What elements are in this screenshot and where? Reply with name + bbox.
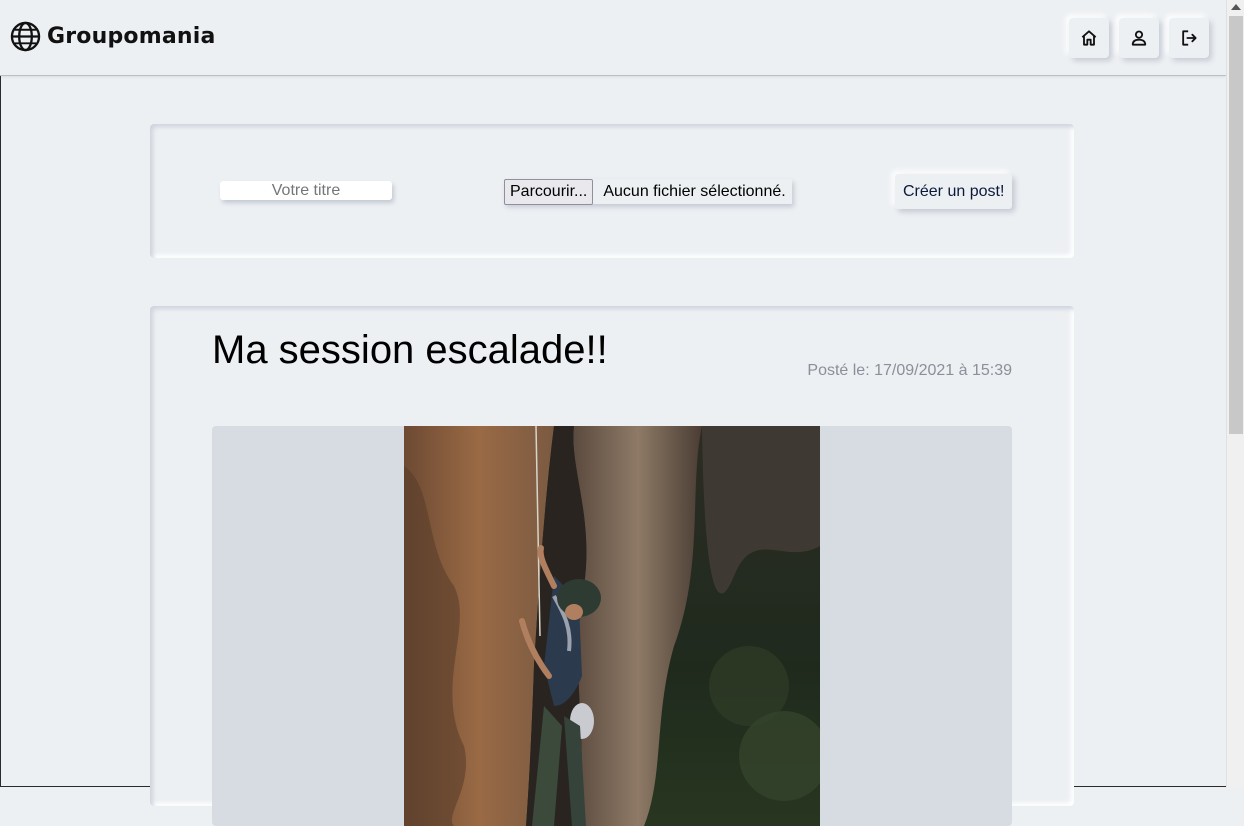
home-button[interactable] [1069, 18, 1109, 58]
post-title: Ma session escalade!! [212, 328, 608, 372]
logout-button[interactable] [1169, 18, 1209, 58]
browse-button[interactable]: Parcourir... [504, 178, 594, 205]
file-picker[interactable]: Parcourir... Aucun fichier sélectionné. [504, 178, 792, 205]
post-card: Ma session escalade!! Posté le: 17/09/20… [150, 306, 1074, 826]
brand-logo[interactable]: Groupomania [10, 21, 216, 52]
vertical-scrollbar[interactable] [1226, 0, 1244, 787]
scroll-up-icon[interactable] [1231, 4, 1241, 10]
file-status-text: Aucun fichier sélectionné. [603, 182, 786, 200]
create-post-button[interactable]: Créer un post! [895, 174, 1013, 209]
post-image[interactable] [404, 426, 820, 826]
home-icon [1081, 30, 1097, 46]
brand-name: Groupomania [47, 24, 216, 49]
user-icon [1131, 30, 1147, 46]
post-title-input[interactable] [220, 181, 392, 200]
globe-icon [10, 21, 41, 52]
create-post-card: Parcourir... Aucun fichier sélectionné. … [150, 124, 1074, 258]
post-date: Posté le: 17/09/2021 à 15:39 [807, 362, 1012, 379]
scroll-thumb[interactable] [1229, 16, 1243, 434]
profile-button[interactable] [1119, 18, 1159, 58]
post-media [212, 426, 1012, 826]
logout-icon [1182, 30, 1197, 46]
top-header: Groupomania [0, 0, 1226, 76]
